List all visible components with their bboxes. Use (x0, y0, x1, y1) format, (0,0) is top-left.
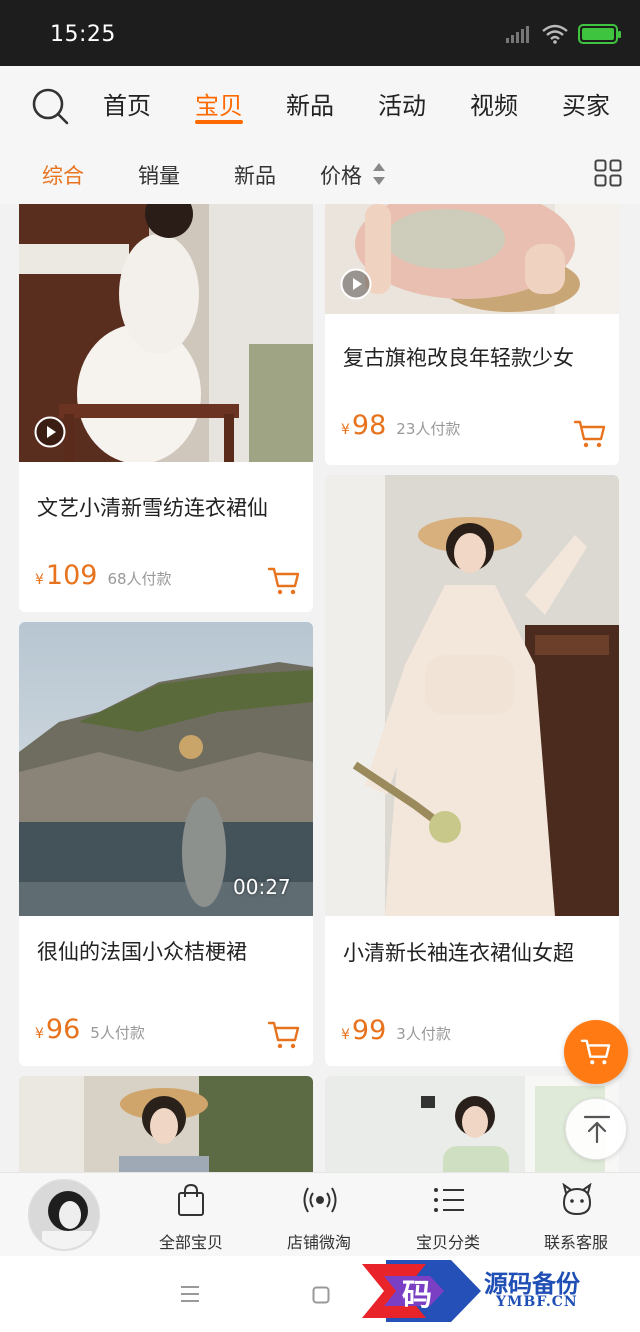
tab-label: 宝贝分类 (415, 1233, 480, 1252)
currency-symbol: ¥ (341, 422, 350, 438)
product-price: 109 (45, 560, 98, 591)
tab-customer-service[interactable]: 联系客服 (516, 1173, 636, 1257)
category-list-icon (434, 1188, 464, 1212)
product-price: 96 (45, 1014, 81, 1045)
tab-all-products[interactable]: 全部宝贝 (131, 1173, 251, 1257)
sort-price[interactable]: 价格 (320, 160, 362, 190)
product-image (19, 622, 313, 916)
product-price: 99 (351, 1015, 387, 1046)
video-play-icon[interactable] (340, 268, 372, 300)
sold-count: 5人付款 (90, 1024, 145, 1042)
product-grid: 文艺小清新雪纺连衣裙仙 ¥ 109 68人付款 复古旗袍改良年轻款少女 ¥ 98… (0, 204, 640, 1172)
tab-label: 联系客服 (543, 1233, 608, 1252)
broadcast-icon (303, 1187, 337, 1213)
add-to-cart-icon[interactable] (267, 566, 301, 596)
product-title[interactable]: 复古旗袍改良年轻款少女 (343, 342, 574, 372)
video-play-icon[interactable] (34, 416, 66, 448)
active-tab-indicator (195, 120, 243, 124)
product-card[interactable]: 复古旗袍改良年轻款少女 ¥ 98 23人付款 (325, 204, 619, 465)
sort-sales[interactable]: 销量 (138, 160, 180, 190)
tab-buyers[interactable]: 买家 (562, 86, 610, 121)
product-card[interactable] (19, 1076, 313, 1172)
price-row: ¥ 99 3人付款 (341, 1015, 451, 1046)
tab-categories[interactable]: 宝贝分类 (388, 1173, 508, 1257)
product-card[interactable]: 小清新长袖连衣裙仙女超 ¥ 99 3人付款 (325, 475, 619, 1066)
product-price: 98 (351, 410, 387, 441)
product-title[interactable]: 文艺小清新雪纺连衣裙仙 (37, 492, 268, 522)
tab-shop-feed[interactable]: 店铺微淘 (259, 1173, 379, 1257)
watermark-url: YMBF.CN (496, 1294, 578, 1310)
price-row: ¥ 96 5人付款 (35, 1014, 145, 1045)
tab-home[interactable]: 首页 (103, 86, 151, 121)
cart-icon (580, 1039, 611, 1065)
watermark-glyph: 码 (402, 1278, 432, 1313)
currency-symbol: ¥ (341, 1027, 350, 1043)
product-card[interactable]: 文艺小清新雪纺连衣裙仙 ¥ 109 68人付款 (19, 204, 313, 612)
add-to-cart-icon[interactable] (267, 1020, 301, 1050)
avatar-image (30, 1181, 98, 1249)
sold-count: 3人付款 (396, 1025, 451, 1043)
arrow-up-icon (583, 1115, 611, 1144)
menu-icon[interactable] (180, 1285, 200, 1303)
sort-arrows-icon (373, 163, 385, 185)
floating-cart-button[interactable] (564, 1020, 628, 1084)
product-title[interactable]: 很仙的法国小众桔梗裙 (37, 936, 247, 966)
price-row: ¥ 98 23人付款 (341, 410, 460, 441)
tab-video[interactable]: 视频 (470, 86, 518, 121)
sort-bar: 综合 销量 新品 价格 (0, 144, 640, 204)
price-row: ¥ 109 68人付款 (35, 560, 172, 591)
grid-view-icon[interactable] (594, 159, 622, 187)
status-bar: 15:25 (0, 0, 640, 66)
sold-count: 68人付款 (107, 570, 172, 588)
shop-bottom-tabs: 全部宝贝 店铺微淘 宝贝分类 联系客服 (0, 1172, 640, 1256)
tab-products[interactable]: 宝贝 (195, 86, 243, 121)
tab-label: 全部宝贝 (158, 1233, 223, 1252)
currency-symbol: ¥ (35, 1026, 44, 1042)
search-icon[interactable] (30, 86, 70, 126)
shop-avatar[interactable] (28, 1179, 100, 1251)
system-nav-bar: 码 源码备份 YMBF.CN (0, 1256, 640, 1332)
shop-top-nav: 首页 宝贝 新品 活动 视频 买家 (0, 66, 640, 144)
customer-service-icon (562, 1183, 592, 1216)
currency-symbol: ¥ (35, 572, 44, 588)
product-image (19, 1076, 313, 1172)
home-icon[interactable] (312, 1286, 330, 1304)
product-image (325, 475, 619, 916)
wifi-icon (542, 24, 568, 44)
sold-count: 23人付款 (396, 420, 461, 438)
product-title[interactable]: 小清新长袖连衣裙仙女超 (343, 937, 574, 967)
status-time: 15:25 (50, 22, 116, 47)
video-duration: 00:27 (233, 875, 291, 899)
status-icons (506, 24, 621, 44)
tab-events[interactable]: 活动 (378, 86, 426, 121)
shopping-bag-icon (178, 1183, 204, 1216)
signal-icon (506, 26, 529, 43)
battery-icon (578, 24, 621, 44)
sort-newest[interactable]: 新品 (234, 160, 276, 190)
tab-label: 店铺微淘 (286, 1233, 351, 1252)
add-to-cart-icon[interactable] (573, 419, 607, 449)
back-to-top-button[interactable] (565, 1098, 627, 1160)
sort-comprehensive[interactable]: 综合 (42, 160, 84, 190)
product-card[interactable]: 00:27 很仙的法国小众桔梗裙 ¥ 96 5人付款 (19, 622, 313, 1066)
tab-new[interactable]: 新品 (286, 86, 334, 121)
